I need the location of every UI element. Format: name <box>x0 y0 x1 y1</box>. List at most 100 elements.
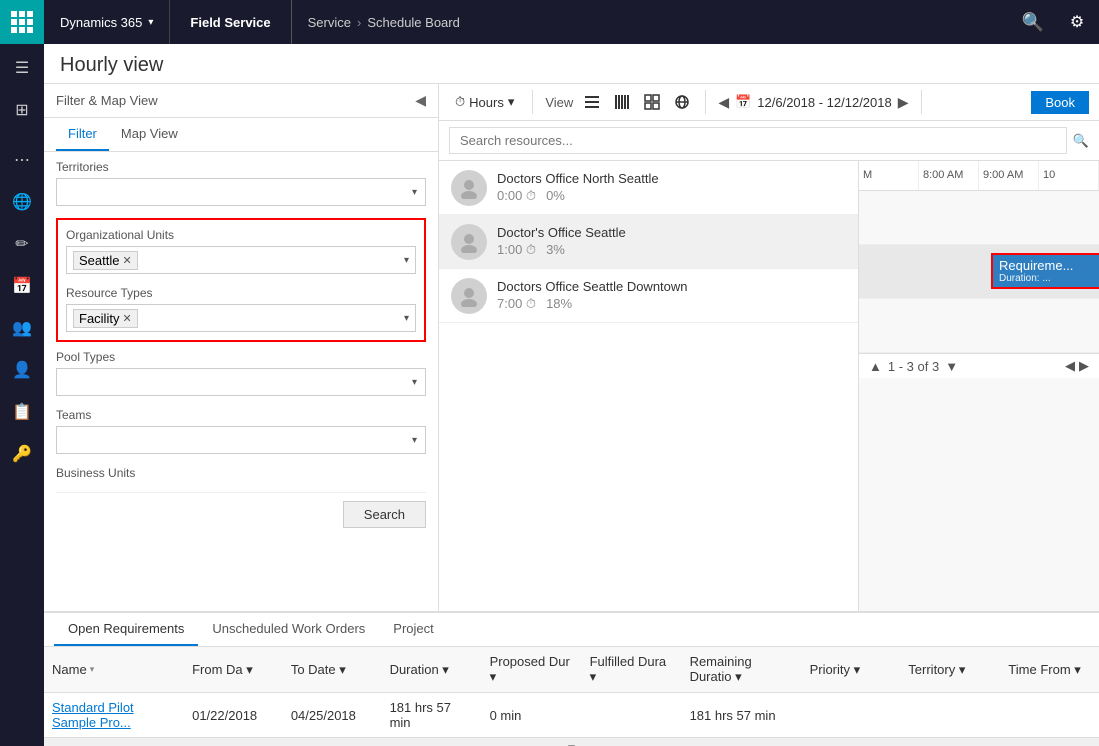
sidebar-home-icon[interactable]: ⊞ <box>2 90 42 130</box>
col-header-time-from[interactable]: Time From ▾ <box>1000 651 1099 688</box>
teams-dropdown[interactable]: ▾ <box>56 426 426 454</box>
schedule-panel: ⏱ Hours ▾ View <box>439 84 1099 611</box>
seattle-tag-remove-icon[interactable]: ✕ <box>122 254 131 267</box>
view-chart-button[interactable] <box>611 91 633 113</box>
resource-types-input[interactable]: Facility ✕ ▾ <box>66 304 416 332</box>
page-up-button[interactable]: ▲ <box>869 359 882 374</box>
org-units-chevron-icon[interactable]: ▾ <box>404 255 409 266</box>
time-slot-10: 10 <box>1039 161 1099 190</box>
resource-time: 0:00 ⏱ <box>497 188 536 204</box>
facility-tag-remove-icon[interactable]: ✕ <box>122 312 131 325</box>
collapse-panel-button[interactable]: ◀ <box>415 92 426 109</box>
avatar <box>451 170 487 206</box>
calendar-icon: 📅 <box>735 94 751 110</box>
view-list-button[interactable] <box>581 91 603 113</box>
list-item: Doctor's Office Seattle 1:00 ⏱ 3% <box>439 215 858 269</box>
col-header-territory[interactable]: Territory ▾ <box>900 651 1000 688</box>
row-name-link[interactable]: Standard Pilot Sample Pro... <box>44 697 184 733</box>
col-header-remaining-dur[interactable]: Remaining Duratio ▾ <box>682 651 802 688</box>
sidebar-recent-icon[interactable]: ⋯ <box>2 140 42 180</box>
col-header-duration[interactable]: Duration ▾ <box>382 651 482 688</box>
row-territory <box>900 712 1000 718</box>
bottom-table-header: Name ▾ From Da ▾ To Date ▾ Duration ▾ Pr… <box>44 647 1099 693</box>
hours-button[interactable]: ⏱ Hours ▾ <box>449 91 520 113</box>
breadcrumb-schedule-board[interactable]: Schedule Board <box>367 15 460 30</box>
col-header-proposed-dur[interactable]: Proposed Dur ▾ <box>482 651 582 688</box>
list-item: Doctors Office Seattle Downtown 7:00 ⏱ 1… <box>439 269 858 323</box>
sidebar-menu-icon[interactable]: ☰ <box>2 48 42 88</box>
sidebar-key-icon[interactable]: 🔑 <box>2 434 42 474</box>
scroll-right-button[interactable]: ▶ <box>1079 358 1089 374</box>
org-units-input[interactable]: Seattle ✕ ▾ <box>66 246 416 274</box>
resource-search-icon[interactable]: 🔍 <box>1073 133 1089 149</box>
row-from-date: 01/22/2018 <box>184 705 283 726</box>
resource-name: Doctors Office Seattle Downtown <box>497 279 846 294</box>
row-duration: 181 hrs 57 min <box>382 697 482 733</box>
breadcrumb-service[interactable]: Service <box>308 15 351 30</box>
sidebar-person-icon[interactable]: 👤 <box>2 350 42 390</box>
tab-unscheduled-work-orders[interactable]: Unscheduled Work Orders <box>198 613 379 646</box>
sidebar-contacts-icon[interactable]: 👥 <box>2 308 42 348</box>
col-header-priority[interactable]: Priority ▾ <box>802 651 901 688</box>
book-button[interactable]: Book <box>1031 91 1089 114</box>
facility-tag[interactable]: Facility ✕ <box>73 309 138 328</box>
date-next-button[interactable]: ▶ <box>898 94 909 111</box>
hours-label: Hours <box>469 95 504 110</box>
row-time-from <box>1000 712 1099 718</box>
tab-open-requirements[interactable]: Open Requirements <box>54 613 198 646</box>
resource-util: 18% <box>546 296 572 312</box>
col-header-fulfilled-dur[interactable]: Fulfilled Dura ▾ <box>582 651 682 688</box>
view-globe-button[interactable] <box>671 91 693 113</box>
app-launcher-button[interactable] <box>0 0 44 44</box>
col-header-name[interactable]: Name ▾ <box>44 651 184 688</box>
sidebar-calendar-icon[interactable]: 📅 <box>2 266 42 306</box>
avatar <box>451 278 487 314</box>
nav-settings-button[interactable]: ⚙ <box>1055 0 1099 44</box>
bottom-panel: Open Requirements Unscheduled Work Order… <box>44 611 1099 746</box>
tab-map-view[interactable]: Map View <box>109 118 190 151</box>
table-row: Standard Pilot Sample Pro... 01/22/2018 … <box>44 693 1099 737</box>
resource-search-input[interactable] <box>449 127 1067 154</box>
sidebar-list-icon[interactable]: 📋 <box>2 392 42 432</box>
horizontal-scroll: ◀ ▶ <box>1065 358 1089 374</box>
business-units-label: Business Units <box>56 466 426 480</box>
hours-chevron-icon: ▾ <box>508 94 515 110</box>
col-header-from-date[interactable]: From Da ▾ <box>184 651 283 688</box>
resource-time: 1:00 ⏱ <box>497 242 536 258</box>
row-fulfilled-dur <box>582 712 682 718</box>
resources-list: Doctors Office North Seattle 0:00 ⏱ 0% <box>439 161 859 611</box>
sidebar-global-icon[interactable]: 🌐 <box>2 182 42 222</box>
grid-view-icon <box>644 94 660 110</box>
app-name: Field Service <box>170 0 291 44</box>
appointment-block[interactable]: Requireme... Duration: ... <box>991 253 1099 289</box>
hours-clock-icon: ⏱ <box>455 94 465 110</box>
appointment-title: Requireme... <box>999 258 1093 273</box>
territories-dropdown[interactable]: ▾ <box>56 178 426 206</box>
schedule-toolbar: ⏱ Hours ▾ View <box>439 84 1099 121</box>
tab-project[interactable]: Project <box>379 613 447 646</box>
seattle-tag[interactable]: Seattle ✕ <box>73 251 138 270</box>
page-title: Hourly view <box>60 54 163 76</box>
toolbar-divider-3 <box>921 90 922 114</box>
resource-types-chevron-icon[interactable]: ▾ <box>404 313 409 324</box>
date-prev-button[interactable]: ◀ <box>718 94 729 111</box>
filter-panel-title: Filter & Map View <box>56 93 158 108</box>
breadcrumb-separator: › <box>357 15 361 30</box>
col-header-to-date[interactable]: To Date ▾ <box>283 651 382 688</box>
scroll-left-button[interactable]: ◀ <box>1065 358 1075 374</box>
pool-types-dropdown[interactable]: ▾ <box>56 368 426 396</box>
pool-types-chevron-icon: ▾ <box>412 377 417 388</box>
view-grid-button[interactable] <box>641 91 663 113</box>
dynamics-nav[interactable]: Dynamics 365 ▾ <box>44 0 170 44</box>
date-range: 12/6/2018 - 12/12/2018 <box>757 95 891 110</box>
nav-search-button[interactable]: 🔍 <box>1011 0 1055 44</box>
appointment-subtitle: Duration: ... <box>999 273 1093 284</box>
search-button[interactable]: Search <box>343 501 426 528</box>
bottom-scroll-down-icon[interactable]: ▼ <box>566 741 578 746</box>
resource-info: Doctors Office North Seattle 0:00 ⏱ 0% <box>497 171 846 204</box>
territories-chevron-icon: ▾ <box>412 187 417 198</box>
highlighted-filter-section: Organizational Units Seattle ✕ ▾ <box>56 218 426 342</box>
tab-filter[interactable]: Filter <box>56 118 109 151</box>
page-down-button[interactable]: ▼ <box>945 359 958 374</box>
sidebar-edit-icon[interactable]: ✏ <box>2 224 42 264</box>
